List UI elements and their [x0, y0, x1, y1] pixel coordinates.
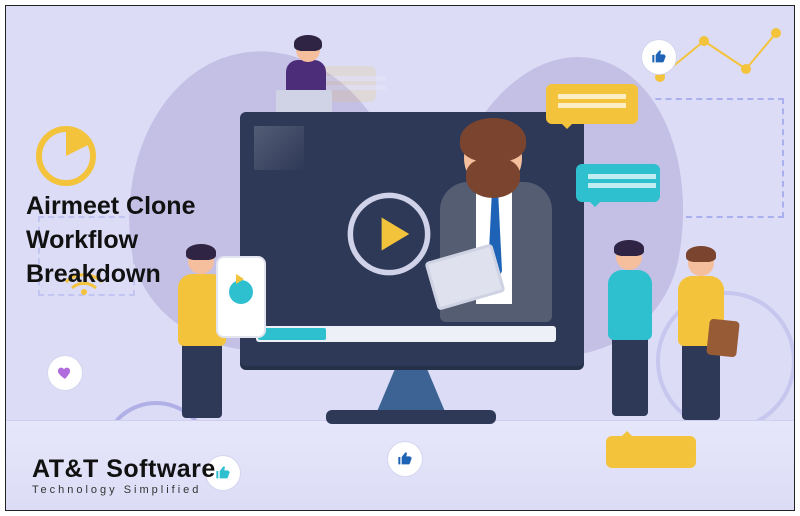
person-standing-yellow	[662, 234, 752, 434]
thumbs-up-icon	[388, 442, 422, 476]
speech-bubble-icon	[546, 84, 638, 124]
brand-name: AT&T Software	[32, 455, 216, 484]
brand-block: AT&T Software Technology Simplified	[32, 455, 216, 496]
laptop-icon	[276, 90, 332, 112]
brand-tagline: Technology Simplified	[32, 484, 216, 496]
presenter-person	[426, 124, 566, 334]
illustration-scene: Airmeet Clone Workflow Breakdown AT&T So…	[5, 5, 795, 511]
monitor-stand	[376, 364, 446, 414]
bag-icon	[706, 319, 740, 358]
speech-bubble-icon	[576, 164, 660, 202]
person-sitting-laptop	[256, 38, 366, 128]
play-icon	[343, 188, 435, 280]
phone-icon	[218, 258, 264, 336]
screen-glare	[254, 126, 304, 170]
play-icon	[236, 274, 244, 284]
headline-text: Airmeet Clone Workflow Breakdown	[26, 190, 195, 291]
monitor-base	[326, 410, 496, 424]
headline-line-1: Airmeet Clone	[26, 190, 195, 224]
video-progress-fill	[258, 328, 326, 340]
headline-line-3: Breakdown	[26, 258, 195, 292]
video-progress-bar	[256, 326, 556, 342]
thumbs-up-icon	[642, 40, 676, 74]
headline-line-2: Workflow	[26, 224, 195, 258]
speech-bubble-icon	[606, 436, 696, 468]
person-standing-teal	[592, 230, 672, 430]
pie-chart-icon	[36, 126, 96, 186]
heart-icon	[48, 356, 82, 390]
